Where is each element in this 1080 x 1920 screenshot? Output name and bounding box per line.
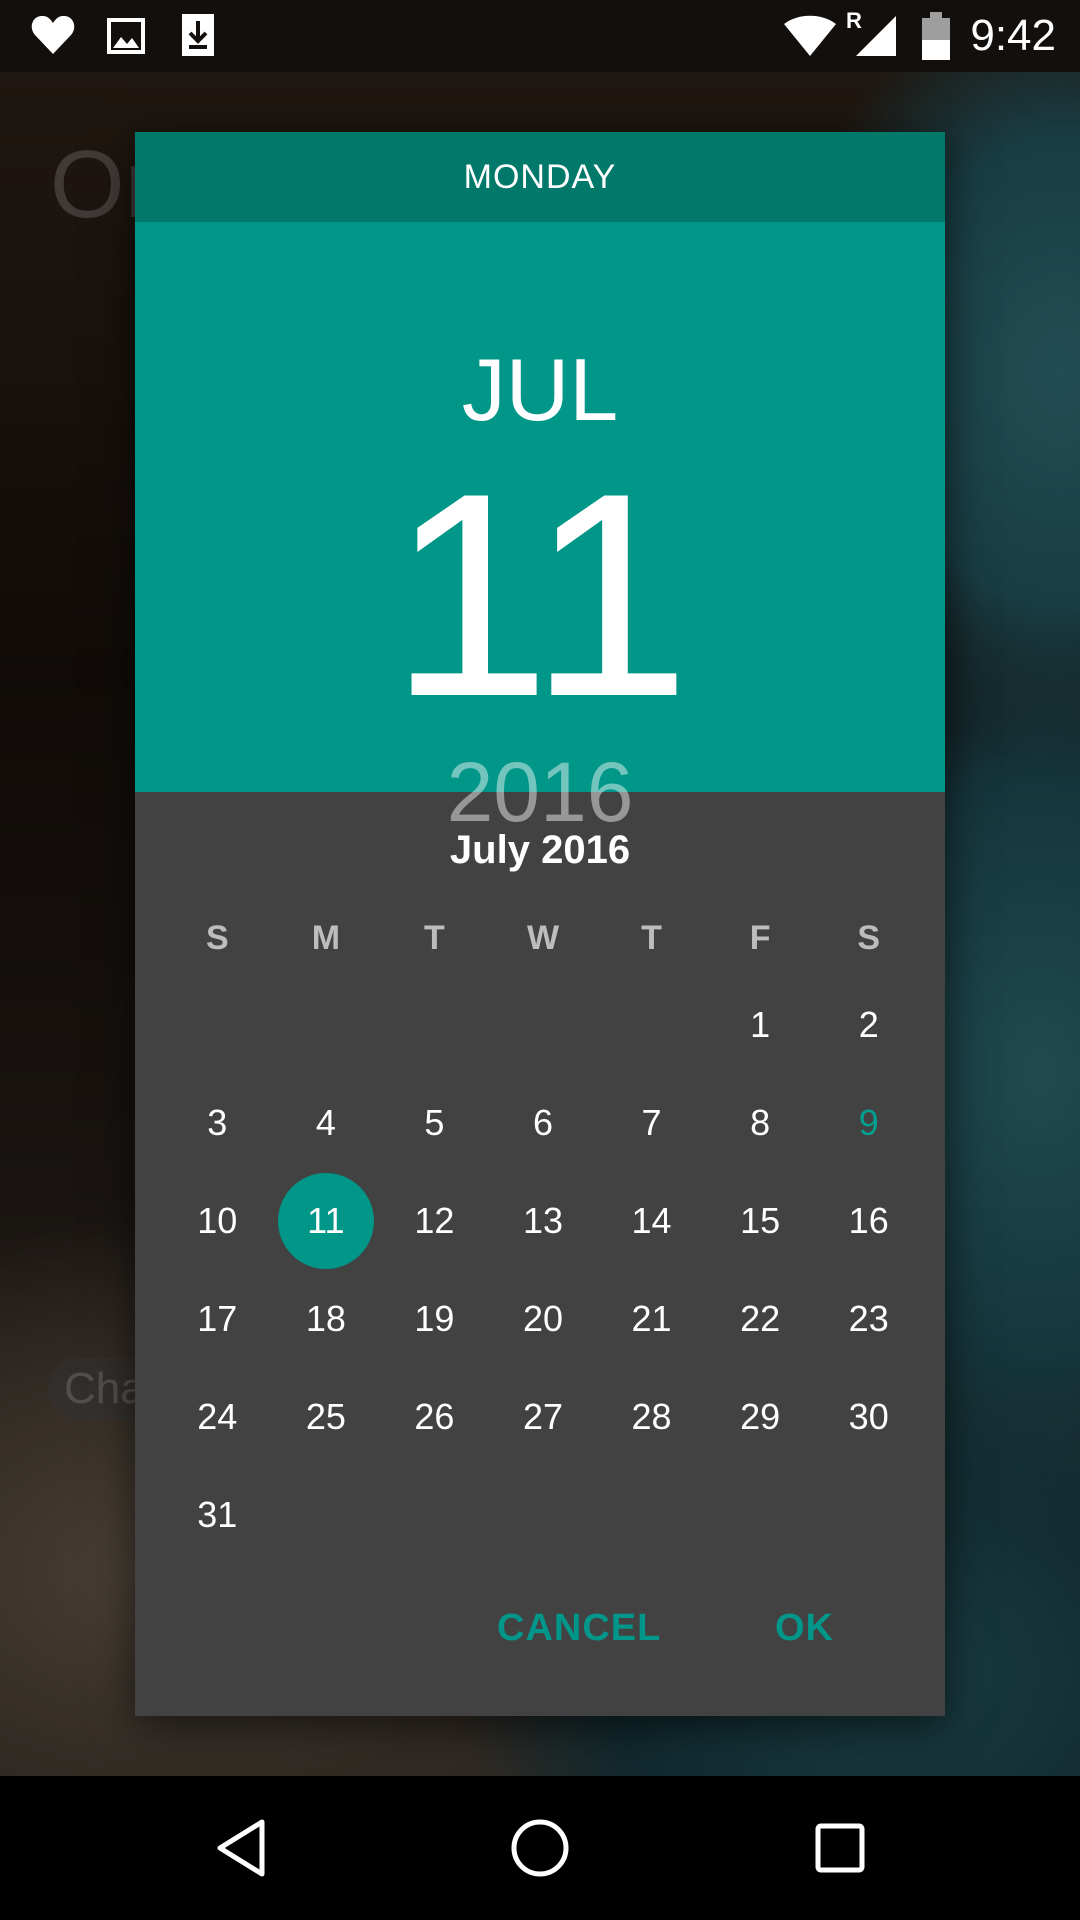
calendar-day-label: 2 [858,1004,879,1045]
calendar-day-label: 1 [750,1004,771,1045]
calendar-day-label: 26 [414,1396,455,1437]
calendar-day[interactable]: 2 [814,976,923,1074]
calendar-blank-cell [489,976,598,1074]
calendar-day-label: 28 [631,1396,672,1437]
calendar-day-label: 6 [532,1102,553,1143]
calendar-day[interactable]: 10 [163,1172,272,1270]
heart-icon [30,10,76,65]
calendar-day-label: 27 [522,1396,564,1437]
calendar-blank-cell [380,976,489,1074]
weekday-initial: F [749,919,771,957]
cancel-button[interactable]: CANCEL [497,1598,661,1658]
calendar-blank-cell [272,976,381,1074]
calendar-day-label: 11 [307,1200,345,1241]
calendar-day[interactable]: 26 [380,1368,489,1466]
calendar-day[interactable]: 13 [489,1172,598,1270]
calendar-day[interactable]: 12 [380,1172,489,1270]
weekday-initial: S [857,919,881,957]
calendar-day-label: 5 [424,1102,445,1143]
back-icon[interactable] [212,1816,272,1885]
status-bar: R 9:42 [0,0,1080,72]
calendar-day[interactable]: 4 [272,1074,381,1172]
calendar-day[interactable]: 15 [706,1172,815,1270]
screen: Or Cha R 9:42 MONDAY JUL 11 2016 July 20… [0,0,1080,1920]
calendar-day-label: 8 [750,1102,771,1143]
calendar-day-label: 20 [522,1298,564,1339]
calendar-day-label: 3 [207,1102,228,1143]
calendar-day[interactable]: 1 [706,976,815,1074]
header-day[interactable]: 11 [135,450,945,740]
calendar-day[interactable]: 22 [706,1270,815,1368]
date-picker-dialog: MONDAY JUL 11 2016 July 2016 S M T W T F… [135,132,945,1716]
calendar-day[interactable]: 28 [597,1368,706,1466]
calendar-day-label: 9 [858,1102,879,1143]
image-icon [106,10,146,65]
signal-icon [852,10,898,65]
calendar-day-label: 7 [641,1102,662,1143]
calendar-day[interactable]: 24 [163,1368,272,1466]
weekday-initial: T [641,919,662,957]
calendar-day[interactable]: 7 [597,1074,706,1172]
calendar-day-label: 30 [848,1396,889,1437]
calendar-day-label: 23 [848,1298,889,1339]
calendar-day[interactable]: 30 [814,1368,923,1466]
calendar-day-label: 29 [740,1396,781,1437]
calendar-day[interactable]: 21 [597,1270,706,1368]
calendar-day-selected[interactable]: 11 [272,1172,381,1270]
navigation-bar [0,1776,1080,1920]
calendar-day[interactable]: 14 [597,1172,706,1270]
recents-icon[interactable] [810,1816,870,1885]
calendar-day[interactable]: 5 [380,1074,489,1172]
calendar-day[interactable]: 31 [163,1466,272,1564]
calendar-day-label: 25 [305,1396,346,1437]
calendar-day-label: 13 [522,1200,564,1241]
battery-icon [920,10,952,67]
weekday-header: MONDAY [135,132,945,222]
calendar-day-label: 19 [414,1298,455,1339]
calendar-day[interactable]: 9 [814,1074,923,1172]
weekday-initial: W [526,919,560,957]
calendar-day[interactable]: 25 [272,1368,381,1466]
calendar-day[interactable]: 20 [489,1270,598,1368]
calendar-day[interactable]: 23 [814,1270,923,1368]
calendar-day-label: 17 [197,1298,238,1339]
weekday-initial: T [424,919,445,957]
calendar-day-label: 31 [197,1494,238,1535]
weekday-row: S M T W T F S [163,908,923,968]
dialog-actions: CANCEL OK [135,1566,945,1716]
weekday-initial: S [205,919,229,957]
calendar-blank-cell [597,976,706,1074]
home-icon[interactable] [508,1816,572,1885]
weekday-initial: M [311,919,341,957]
calendar-day[interactable]: 29 [706,1368,815,1466]
ok-button[interactable]: OK [775,1598,834,1658]
calendar-day[interactable]: 8 [706,1074,815,1172]
wifi-icon [782,10,838,65]
calendar-day[interactable]: 6 [489,1074,598,1172]
calendar-day[interactable]: 17 [163,1270,272,1368]
calendar-day-label: 21 [631,1298,672,1339]
header-month[interactable]: JUL [135,340,945,440]
calendar-day-label: 24 [197,1396,238,1437]
calendar-blank-cell [163,976,272,1074]
calendar-day[interactable]: 16 [814,1172,923,1270]
calendar-day-label: 12 [414,1200,455,1241]
calendar-day-label: 18 [305,1298,346,1339]
calendar-day-label: 16 [848,1200,889,1241]
calendar-day[interactable]: 18 [272,1270,381,1368]
calendar-day[interactable]: 19 [380,1270,489,1368]
calendar-day[interactable]: 27 [489,1368,598,1466]
calendar-day-label: 10 [197,1200,238,1241]
calendar-day-label: 14 [631,1200,672,1241]
calendar-day-label: 4 [315,1102,336,1143]
calendar-day-label: 22 [740,1298,781,1339]
download-icon [178,10,218,65]
date-header: JUL 11 2016 [135,222,945,839]
calendar-day-grid: 1 2 3 4 5 6 7 8 9 10 11 12 13 14 15 16 17 18 19 20 21 22 23 24 2… [163,976,923,1564]
status-time: 9:42 [970,11,1056,60]
calendar-day-label: 15 [740,1200,781,1241]
calendar-day[interactable]: 3 [163,1074,272,1172]
month-title: July 2016 [449,828,631,872]
